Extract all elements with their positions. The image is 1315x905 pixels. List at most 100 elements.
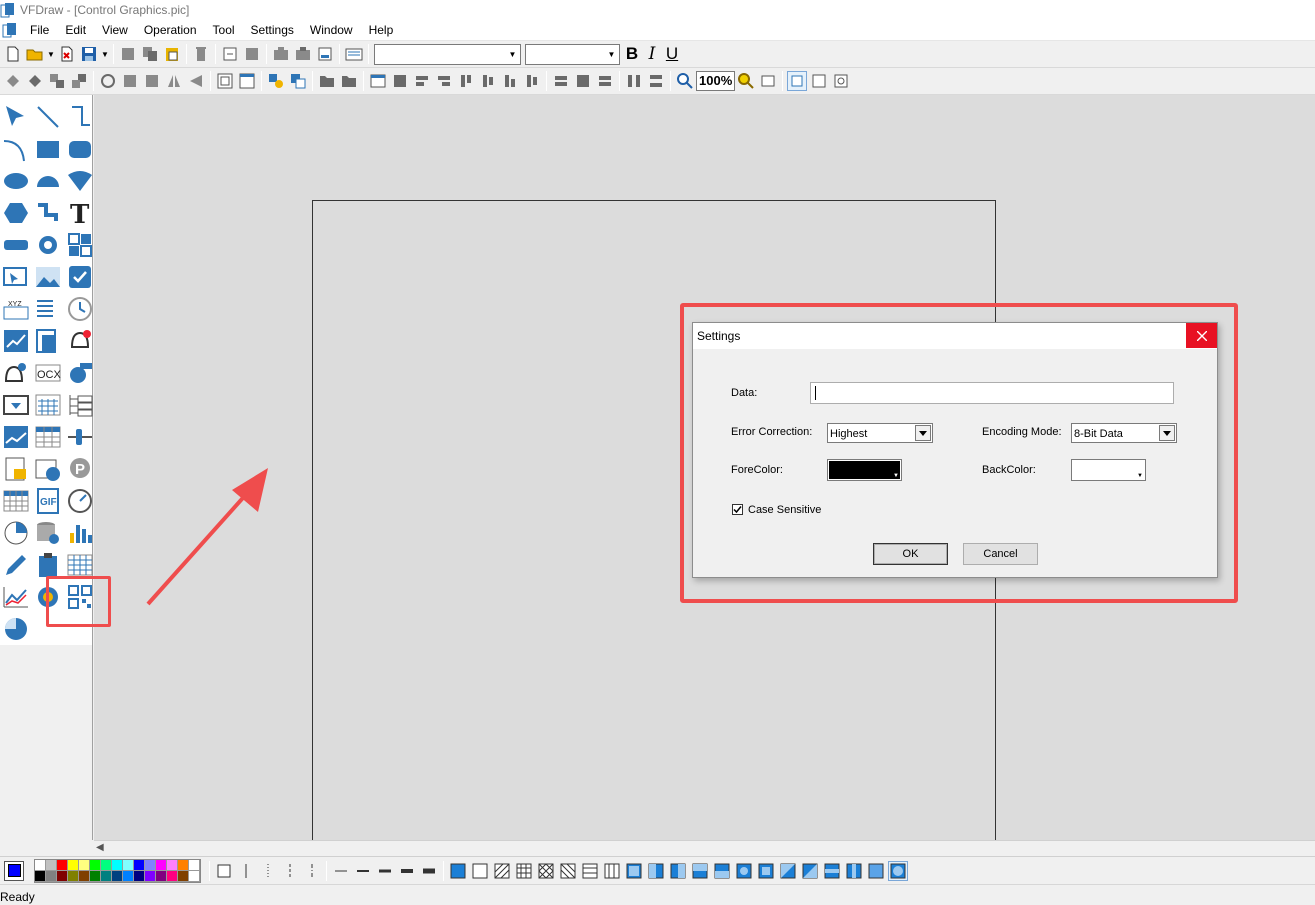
folder-icon[interactable] [317, 71, 337, 91]
color-swatch[interactable] [90, 870, 101, 882]
clock-icon[interactable] [64, 293, 96, 325]
italic-button[interactable]: I [642, 44, 662, 64]
font-name-select[interactable]: ▼ [374, 43, 521, 65]
data-input[interactable] [810, 382, 1174, 404]
trend-icon[interactable] [0, 325, 32, 357]
line-none-icon[interactable] [214, 861, 234, 881]
parking-icon[interactable]: P [64, 453, 96, 485]
flip-horizontal-icon[interactable] [164, 71, 184, 91]
bold-button[interactable]: B [622, 44, 642, 64]
bring-forward-icon[interactable] [3, 71, 23, 91]
line-thin-icon[interactable] [236, 861, 256, 881]
gradient-6-icon[interactable] [734, 861, 754, 881]
color-swatch[interactable] [145, 859, 156, 871]
delete-icon[interactable] [191, 44, 211, 64]
align-grid-icon[interactable] [390, 71, 410, 91]
case-sensitive-checkbox[interactable] [732, 504, 743, 515]
color-swatch[interactable] [68, 859, 79, 871]
input-icon[interactable] [0, 261, 32, 293]
color-swatch[interactable] [35, 870, 46, 882]
text-field-icon[interactable]: XYZ [0, 293, 32, 325]
fill-horizontal-icon[interactable] [580, 861, 600, 881]
pump-icon[interactable] [64, 357, 96, 389]
align-top-icon[interactable] [456, 71, 476, 91]
menu-file[interactable]: File [22, 20, 57, 41]
sector-icon[interactable] [64, 165, 96, 197]
color-swatch[interactable] [145, 870, 156, 882]
font-size-select[interactable]: ▼ [525, 43, 620, 65]
color-swatch[interactable] [167, 859, 178, 871]
cancel-button[interactable]: Cancel [963, 543, 1038, 565]
screen-icon[interactable] [368, 71, 388, 91]
cut-icon[interactable] [118, 44, 138, 64]
align-right-icon[interactable] [434, 71, 454, 91]
folder-open-icon[interactable] [339, 71, 359, 91]
calendar-icon[interactable] [32, 389, 64, 421]
menu-view[interactable]: View [94, 20, 136, 41]
gradient-12-icon[interactable] [866, 861, 886, 881]
color-swatch[interactable] [134, 870, 145, 882]
dropdown-arrow-icon[interactable]: ▼ [101, 44, 109, 64]
copy-icon[interactable] [140, 44, 160, 64]
gauge-icon[interactable] [64, 485, 96, 517]
save-icon[interactable] [79, 44, 99, 64]
gradient-7-icon[interactable] [756, 861, 776, 881]
line-width-1-icon[interactable] [331, 861, 351, 881]
fill-diagcross-icon[interactable] [536, 861, 556, 881]
gradient-11-icon[interactable] [844, 861, 864, 881]
polyline-icon[interactable] [64, 101, 96, 133]
gif-icon[interactable]: GIF [32, 485, 64, 517]
ellipse-icon[interactable] [0, 165, 32, 197]
rotate-left-icon[interactable] [120, 71, 140, 91]
line-width-3-icon[interactable] [375, 861, 395, 881]
3d-pie-icon[interactable] [0, 613, 32, 645]
undo-icon[interactable] [220, 44, 240, 64]
send-to-back-icon[interactable] [69, 71, 89, 91]
button-icon[interactable] [0, 229, 32, 261]
color-swatch[interactable] [112, 870, 123, 882]
polygon-icon[interactable] [0, 197, 32, 229]
full-screen-icon[interactable] [809, 71, 829, 91]
current-color[interactable] [4, 860, 24, 881]
color-swatch[interactable] [167, 870, 178, 882]
menu-settings[interactable]: Settings [243, 20, 302, 41]
color-swatch[interactable] [46, 870, 57, 882]
gradient-2-icon[interactable] [646, 861, 666, 881]
tree-icon[interactable] [64, 389, 96, 421]
edit-icon[interactable] [0, 549, 32, 581]
rectangle-icon[interactable] [32, 133, 64, 165]
close-file-icon[interactable] [57, 44, 77, 64]
color-swatch[interactable] [46, 859, 57, 871]
database-icon[interactable] [32, 517, 64, 549]
zoom-out-icon[interactable] [736, 71, 756, 91]
window-icon[interactable] [215, 71, 235, 91]
checkbox-icon[interactable] [64, 261, 96, 293]
alarm-icon[interactable] [64, 325, 96, 357]
rotate-right-icon[interactable] [142, 71, 162, 91]
document-icon[interactable] [2, 22, 18, 38]
pointer-icon[interactable] [0, 101, 32, 133]
horizontal-scrollbar[interactable]: ◀ [94, 840, 1315, 856]
align-center-icon[interactable] [478, 71, 498, 91]
line-dotted-icon[interactable] [258, 861, 278, 881]
ungroup-icon[interactable] [293, 44, 313, 64]
open-folder-icon[interactable] [25, 44, 45, 64]
color-swatch[interactable] [79, 870, 90, 882]
color-swatch[interactable] [178, 859, 189, 871]
menu-tool[interactable]: Tool [205, 20, 243, 41]
actual-size-icon[interactable] [758, 71, 778, 91]
chevron-down-icon[interactable] [915, 425, 931, 441]
chevron-down-icon[interactable]: ▼ [604, 44, 619, 64]
print-icon[interactable] [315, 44, 335, 64]
gradient-10-icon[interactable] [822, 861, 842, 881]
recipe-icon[interactable] [0, 453, 32, 485]
redo-icon[interactable] [242, 44, 262, 64]
schedule-icon[interactable] [32, 453, 64, 485]
underline-button[interactable]: U [662, 44, 682, 64]
chevron-down-icon[interactable] [1159, 425, 1175, 441]
spreadsheet-icon[interactable] [0, 485, 32, 517]
gradient-3-icon[interactable] [668, 861, 688, 881]
menu-help[interactable]: Help [361, 20, 402, 41]
space-horizontal-icon[interactable] [624, 71, 644, 91]
color-swatch[interactable] [123, 870, 134, 882]
